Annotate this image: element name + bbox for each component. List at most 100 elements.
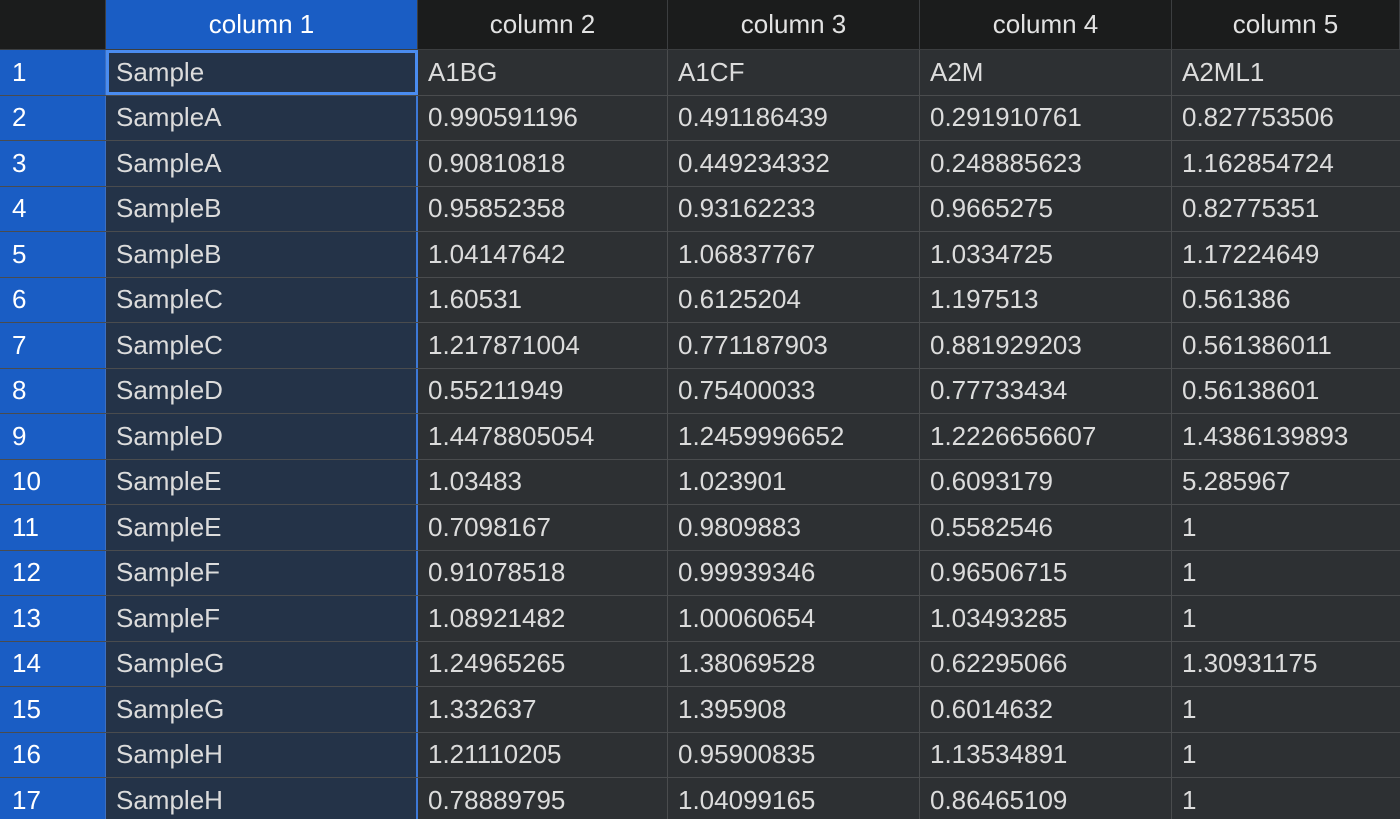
table-cell[interactable]: 1.395908 bbox=[668, 687, 920, 732]
table-cell[interactable]: SampleH bbox=[106, 732, 418, 777]
table-cell[interactable]: 0.55211949 bbox=[418, 368, 668, 413]
table-cell[interactable]: SampleH bbox=[106, 778, 418, 819]
table-cell[interactable]: 1 bbox=[1172, 505, 1400, 550]
table-cell[interactable]: 1 bbox=[1172, 550, 1400, 595]
table-cell[interactable]: 0.561386 bbox=[1172, 277, 1400, 322]
table-cell[interactable]: 1.2459996652 bbox=[668, 414, 920, 459]
table-cell[interactable]: 1.04147642 bbox=[418, 232, 668, 277]
table-cell[interactable]: A1BG bbox=[418, 50, 668, 95]
table-cell[interactable]: SampleD bbox=[106, 368, 418, 413]
table-cell[interactable]: SampleG bbox=[106, 641, 418, 686]
table-cell[interactable]: 0.881929203 bbox=[920, 323, 1172, 368]
table-cell[interactable]: SampleE bbox=[106, 505, 418, 550]
table-cell[interactable]: SampleB bbox=[106, 232, 418, 277]
table-cell[interactable]: 1.08921482 bbox=[418, 596, 668, 641]
row-number[interactable]: 11 bbox=[0, 505, 106, 550]
row-number[interactable]: 3 bbox=[0, 141, 106, 186]
table-cell[interactable]: 0.449234332 bbox=[668, 141, 920, 186]
table-cell[interactable]: 0.77733434 bbox=[920, 368, 1172, 413]
table-cell[interactable]: SampleC bbox=[106, 277, 418, 322]
select-all-corner[interactable] bbox=[0, 0, 106, 49]
table-cell[interactable]: 0.90810818 bbox=[418, 141, 668, 186]
table-cell[interactable]: 1.4386139893 bbox=[1172, 414, 1400, 459]
column-header[interactable]: column 5 bbox=[1172, 0, 1400, 49]
table-cell[interactable]: 0.86465109 bbox=[920, 778, 1172, 819]
table-cell[interactable]: 0.62295066 bbox=[920, 641, 1172, 686]
table-cell[interactable]: 1.4478805054 bbox=[418, 414, 668, 459]
row-number[interactable]: 12 bbox=[0, 550, 106, 595]
table-cell[interactable]: 0.827753506 bbox=[1172, 95, 1400, 140]
table-cell[interactable]: 0.7098167 bbox=[418, 505, 668, 550]
table-cell[interactable]: 1 bbox=[1172, 687, 1400, 732]
table-cell[interactable]: 1.0334725 bbox=[920, 232, 1172, 277]
table-cell[interactable]: 1.217871004 bbox=[418, 323, 668, 368]
table-cell[interactable]: 0.9665275 bbox=[920, 186, 1172, 231]
table-cell[interactable]: SampleG bbox=[106, 687, 418, 732]
column-header[interactable]: column 1 bbox=[106, 0, 418, 49]
row-number[interactable]: 14 bbox=[0, 641, 106, 686]
table-cell[interactable]: 0.6014632 bbox=[920, 687, 1172, 732]
table-cell[interactable]: 0.291910761 bbox=[920, 95, 1172, 140]
table-cell[interactable]: 1.24965265 bbox=[418, 641, 668, 686]
column-header[interactable]: column 4 bbox=[920, 0, 1172, 49]
table-cell[interactable]: SampleA bbox=[106, 141, 418, 186]
table-cell[interactable]: 1.17224649 bbox=[1172, 232, 1400, 277]
row-number[interactable]: 1 bbox=[0, 50, 106, 95]
table-cell[interactable]: 0.6125204 bbox=[668, 277, 920, 322]
table-cell[interactable]: A2M bbox=[920, 50, 1172, 95]
table-cell[interactable]: A1CF bbox=[668, 50, 920, 95]
table-cell[interactable]: 1 bbox=[1172, 732, 1400, 777]
table-cell[interactable]: 0.771187903 bbox=[668, 323, 920, 368]
row-number[interactable]: 10 bbox=[0, 459, 106, 504]
table-cell[interactable]: A2ML1 bbox=[1172, 50, 1400, 95]
table-cell[interactable]: SampleC bbox=[106, 323, 418, 368]
table-cell[interactable]: 1.04099165 bbox=[668, 778, 920, 819]
row-number[interactable]: 2 bbox=[0, 95, 106, 140]
row-number[interactable]: 4 bbox=[0, 186, 106, 231]
table-cell[interactable]: 0.78889795 bbox=[418, 778, 668, 819]
table-cell[interactable]: 0.5582546 bbox=[920, 505, 1172, 550]
table-cell[interactable]: 1.162854724 bbox=[1172, 141, 1400, 186]
table-cell[interactable]: 1.21110205 bbox=[418, 732, 668, 777]
table-cell[interactable]: 0.99939346 bbox=[668, 550, 920, 595]
table-cell[interactable]: SampleD bbox=[106, 414, 418, 459]
table-cell[interactable]: SampleA bbox=[106, 95, 418, 140]
row-number[interactable]: 8 bbox=[0, 368, 106, 413]
table-cell[interactable]: 1 bbox=[1172, 596, 1400, 641]
table-cell[interactable]: 5.285967 bbox=[1172, 459, 1400, 504]
table-cell[interactable]: 0.56138601 bbox=[1172, 368, 1400, 413]
row-number[interactable]: 13 bbox=[0, 596, 106, 641]
table-cell[interactable]: 0.91078518 bbox=[418, 550, 668, 595]
table-cell[interactable]: 1.13534891 bbox=[920, 732, 1172, 777]
table-cell[interactable]: SampleE bbox=[106, 459, 418, 504]
table-cell[interactable]: SampleF bbox=[106, 596, 418, 641]
table-cell[interactable]: 1.30931175 bbox=[1172, 641, 1400, 686]
table-cell[interactable]: SampleF bbox=[106, 550, 418, 595]
table-cell[interactable]: 0.990591196 bbox=[418, 95, 668, 140]
column-header[interactable]: column 2 bbox=[418, 0, 668, 49]
table-cell[interactable]: 0.95852358 bbox=[418, 186, 668, 231]
row-number[interactable]: 6 bbox=[0, 277, 106, 322]
table-cell[interactable]: 0.95900835 bbox=[668, 732, 920, 777]
table-cell[interactable]: 1.38069528 bbox=[668, 641, 920, 686]
table-cell[interactable]: 1.60531 bbox=[418, 277, 668, 322]
column-header[interactable]: column 3 bbox=[668, 0, 920, 49]
table-cell[interactable]: 1.03493285 bbox=[920, 596, 1172, 641]
table-cell[interactable]: 0.248885623 bbox=[920, 141, 1172, 186]
table-cell[interactable]: 0.82775351 bbox=[1172, 186, 1400, 231]
table-cell[interactable]: 0.9809883 bbox=[668, 505, 920, 550]
row-number[interactable]: 5 bbox=[0, 232, 106, 277]
active-cell[interactable]: Sample bbox=[106, 50, 418, 95]
table-cell[interactable]: 0.75400033 bbox=[668, 368, 920, 413]
row-number[interactable]: 17 bbox=[0, 778, 106, 819]
table-cell[interactable]: 0.93162233 bbox=[668, 186, 920, 231]
row-number[interactable]: 16 bbox=[0, 732, 106, 777]
table-cell[interactable]: 0.561386011 bbox=[1172, 323, 1400, 368]
table-cell[interactable]: 1.197513 bbox=[920, 277, 1172, 322]
table-cell[interactable]: SampleB bbox=[106, 186, 418, 231]
table-cell[interactable]: 1.03483 bbox=[418, 459, 668, 504]
table-cell[interactable]: 0.96506715 bbox=[920, 550, 1172, 595]
table-cell[interactable]: 1.06837767 bbox=[668, 232, 920, 277]
row-number[interactable]: 9 bbox=[0, 414, 106, 459]
table-cell[interactable]: 1.2226656607 bbox=[920, 414, 1172, 459]
